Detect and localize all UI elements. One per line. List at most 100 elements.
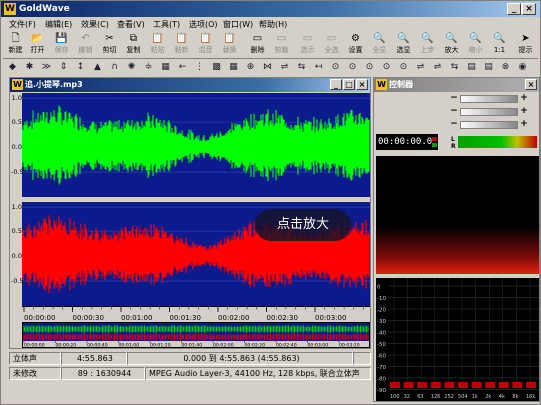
effect-tool-icon[interactable]: ⊙	[364, 61, 375, 74]
menu-edit[interactable]: 编辑(E)	[45, 19, 72, 30]
effect-tool-icon[interactable]: ⊙	[330, 61, 341, 74]
toolbar-button-16[interactable]: 🔍 选显	[393, 32, 414, 58]
toolbar-button-0[interactable]: 🗋 新建	[5, 32, 26, 58]
spectrum-x-label: 126	[431, 394, 441, 400]
spectrum-bar	[390, 382, 400, 388]
effect-tool-icon[interactable]: ≑	[143, 61, 154, 74]
effect-tool-icon[interactable]: ⇕	[58, 61, 69, 74]
effect-tool-icon[interactable]: ▤	[466, 61, 477, 74]
amplitude-tick-label: 1.0	[11, 94, 22, 103]
toolbar-button-3[interactable]: ↶ 撤销	[75, 32, 96, 58]
effect-tool-icon[interactable]: ▲	[92, 61, 103, 74]
balance-slider[interactable]: − +	[450, 107, 530, 117]
toolbar-button-19[interactable]: 🔍 缩小	[465, 32, 486, 58]
minimize-button[interactable]: _	[507, 3, 521, 15]
effect-tool-icon[interactable]: ←	[177, 61, 188, 74]
effect-tool-icon[interactable]: ▦	[160, 61, 171, 74]
toolbar-button-9[interactable]: 📋 替换	[219, 32, 240, 58]
toolbar-button-17[interactable]: 🔍 上步	[417, 32, 438, 58]
toolbar-button-4[interactable]: ✂ 剪切	[99, 32, 120, 58]
status-duration: 4:55.863	[61, 352, 127, 365]
effect-tool-icon[interactable]: ∩	[109, 61, 120, 74]
balance-decrease-button[interactable]: −	[450, 107, 458, 117]
top-channel-waveform[interactable]	[22, 97, 370, 185]
menu-tools[interactable]: 工具(T)	[153, 19, 180, 30]
effect-tool-icon[interactable]: ▩	[211, 61, 222, 74]
menu-help[interactable]: 帮助(H)	[259, 19, 287, 30]
waveform-display[interactable]	[22, 93, 370, 306]
time-ruler[interactable]: 00:00:00 00:00:30 00:01:00 00:01:30 00:02:00…	[22, 306, 370, 322]
effect-tool-icon[interactable]: ⊙	[347, 61, 358, 74]
spectrum-x-label: 1k	[472, 394, 478, 400]
toolbar-button-5[interactable]: ⧉ 复制	[123, 32, 144, 58]
overview-waveform[interactable]: 00:00:00 00:00:20 00:00:40 00:01:00 00:01:20…	[22, 322, 391, 349]
speed-slider[interactable]: − +	[450, 120, 530, 130]
balance-increase-button[interactable]: +	[520, 107, 528, 117]
effect-tool-icon[interactable]: ⊙	[381, 61, 392, 74]
effect-tool-icon[interactable]: ▦	[228, 61, 239, 74]
volume-track[interactable]	[460, 95, 518, 103]
status-format: MPEG Audio Layer-3, 44100 Hz, 128 kbps, …	[145, 367, 371, 380]
volume-decrease-button[interactable]: −	[450, 94, 458, 104]
speed-decrease-button[interactable]: −	[450, 120, 458, 130]
spectrum-x-label: 32	[404, 394, 410, 400]
effect-tool-icon[interactable]: ◉	[517, 61, 528, 74]
menu-window[interactable]: 窗口(W)	[223, 19, 253, 30]
wave-maximize-button[interactable]: □	[343, 79, 355, 90]
effect-tool-icon[interactable]: ⊙	[398, 61, 409, 74]
effect-tool-icon[interactable]: ⇆	[449, 61, 460, 74]
effect-tool-icon[interactable]: ▤	[483, 61, 494, 74]
toolbar-button-20[interactable]: 🔍 1:1	[489, 32, 510, 58]
menu-view[interactable]: 查看(V)	[117, 19, 145, 30]
effect-tool-icon[interactable]: ⋈	[262, 61, 273, 74]
speed-track[interactable]	[460, 121, 518, 129]
menu-file[interactable]: 文件(F)	[9, 19, 36, 30]
menu-effects[interactable]: 效果(C)	[81, 19, 109, 30]
close-button[interactable]: ×	[522, 3, 536, 15]
effect-tool-icon[interactable]: ⊗	[500, 61, 511, 74]
title-bar[interactable]: W GoldWave _ ×	[1, 1, 540, 17]
toolbar-button-18[interactable]: 🔍 放大	[441, 32, 462, 58]
wave-close-button[interactable]: ×	[356, 79, 368, 90]
toolbar-button-11[interactable]: ▭ 剪裁	[271, 32, 292, 58]
toolbar-button-13[interactable]: ▭ 全选	[321, 32, 342, 58]
wave-minimize-button[interactable]: _	[330, 79, 342, 90]
control-close-button[interactable]: ×	[525, 79, 537, 90]
volume-slider[interactable]: − +	[450, 94, 530, 104]
effect-tool-icon[interactable]: ↕	[75, 61, 86, 74]
amplitude-tick-label: 0.0	[11, 143, 22, 152]
wave-window-title-bar[interactable]: W 追.小提琴.mp3 _ □ ×	[10, 78, 370, 92]
effect-tool-icon[interactable]: ✺	[126, 61, 137, 74]
toolbar-button-1[interactable]: 📂 打开	[27, 32, 48, 58]
effect-tool-icon[interactable]: ≫	[41, 61, 52, 74]
toolbar-button-15[interactable]: 🔍 全显	[369, 32, 390, 58]
toolbar-button-21[interactable]: ➤ 提示	[515, 32, 536, 58]
effect-tool-icon[interactable]: ⇌	[415, 61, 426, 74]
control-title-bar[interactable]: W 控制器 ×	[374, 78, 539, 92]
effect-tool-icon[interactable]: ⊕	[245, 61, 256, 74]
toolbar-button-6[interactable]: 📋 粘贴	[147, 32, 168, 58]
effect-tool-icon[interactable]: ↤	[313, 61, 324, 74]
volume-increase-button[interactable]: +	[520, 94, 528, 104]
waveform-canvas[interactable]	[22, 93, 370, 306]
toolbar-button-10[interactable]: ▭ 删除	[247, 32, 268, 58]
amplitude-tick-label: 0.0	[11, 252, 22, 261]
balance-track[interactable]	[460, 108, 518, 116]
effect-tool-icon[interactable]: ⇌	[279, 61, 290, 74]
control-window: W 控制器 × − + − + − + 00:00:00.0 L R 0 -10…	[373, 77, 540, 402]
toolbar-label: 替换	[222, 46, 237, 54]
toolbar-button-2[interactable]: 💾 保存	[51, 32, 72, 58]
toolbar-button-12[interactable]: ▭ 选示	[297, 32, 318, 58]
toolbar-button-7[interactable]: 📋 粘新	[171, 32, 192, 58]
effect-tool-icon[interactable]: ⇌	[432, 61, 443, 74]
toolbar-button-14[interactable]: ⚙ 设置	[345, 32, 366, 58]
menu-options[interactable]: 选项(O)	[189, 19, 218, 30]
paste-icon: 📋	[151, 33, 164, 44]
effect-tool-icon[interactable]: ◆	[7, 61, 18, 74]
speed-increase-button[interactable]: +	[520, 120, 528, 130]
effect-tool-icon[interactable]: ⋮	[194, 61, 205, 74]
zoom-tooltip[interactable]: 点击放大	[255, 209, 351, 241]
effect-tool-icon[interactable]: ⇆	[296, 61, 307, 74]
effect-tool-icon[interactable]: ✱	[24, 61, 35, 74]
toolbar-button-8[interactable]: 📋 混音	[195, 32, 216, 58]
